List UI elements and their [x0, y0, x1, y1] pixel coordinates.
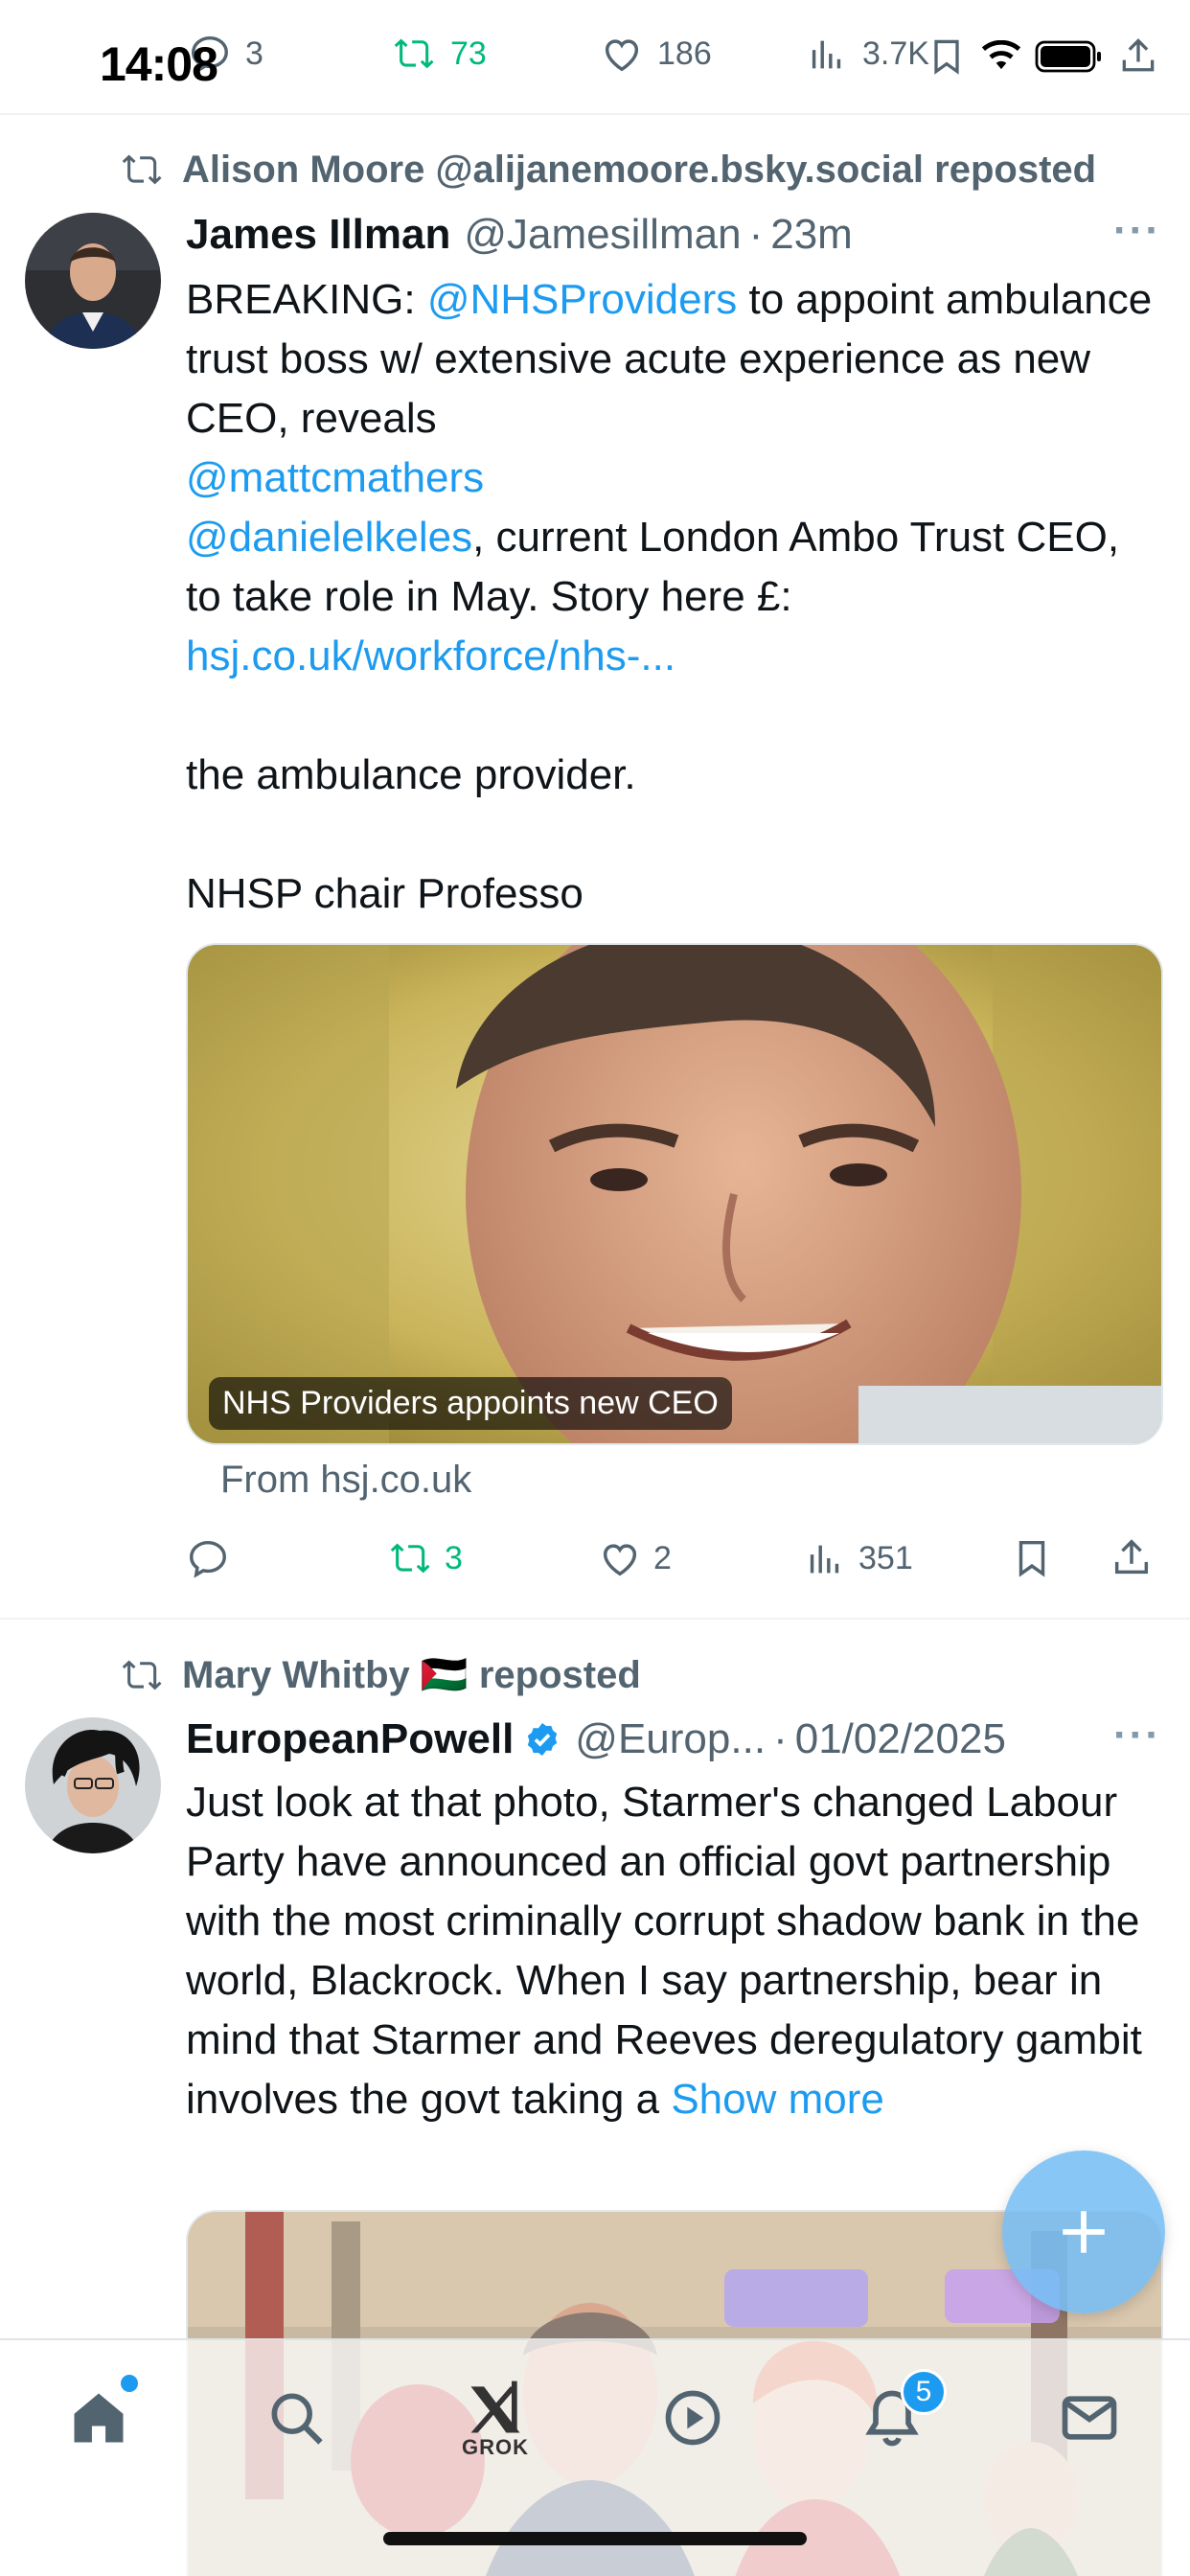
post-time[interactable]: 23m: [770, 211, 853, 259]
more-options-icon[interactable]: ···: [1113, 207, 1161, 255]
home-icon: [74, 2393, 124, 2443]
compose-post-button[interactable]: [1002, 2150, 1165, 2313]
battery-icon: [1035, 40, 1101, 73]
tab-messages[interactable]: [1046, 2375, 1133, 2461]
bookmark-icon: [1018, 1540, 1045, 1577]
notification-badge: 5: [901, 2369, 947, 2415]
prev-post-like-count: 186: [657, 34, 712, 72]
wifi-icon: [981, 40, 1021, 70]
repost-icon: [122, 1659, 162, 1690]
views-icon: [810, 1545, 839, 1574]
prev-post-reply-count: 3: [245, 34, 263, 72]
prev-post-views-count: 3.7K: [862, 34, 929, 72]
share-icon[interactable]: [1117, 34, 1159, 79]
post-time[interactable]: 01/02/2025: [795, 1715, 1006, 1763]
tab-grok[interactable]: GROK: [452, 2375, 538, 2461]
status-time: 14:08: [100, 37, 218, 91]
like-button[interactable]: 2: [598, 1530, 672, 1587]
body-para-3: NHSP chair Professo: [186, 870, 584, 917]
avatar-photo: [25, 213, 161, 349]
link-preview-card[interactable]: NHS Providers appoints new CEO: [186, 943, 1163, 1445]
post-actions: 3 2 351: [186, 1530, 1163, 1587]
more-options-icon[interactable]: ···: [1113, 1712, 1161, 1760]
avatar-photo: [25, 1717, 161, 1853]
mention-nhsproviders[interactable]: @NHSProviders: [427, 276, 737, 323]
author-name[interactable]: James Illman: [186, 211, 450, 259]
article-link[interactable]: hsj.co.uk/workforce/nhs-...: [186, 632, 675, 679]
repost-count: 3: [445, 1539, 463, 1576]
repost-icon: [394, 38, 434, 69]
reply-button[interactable]: [186, 1530, 241, 1587]
share-icon: [1114, 1539, 1149, 1575]
tab-video[interactable]: [650, 2375, 736, 2461]
post-james-illman[interactable]: Alison Moore @alijanemoore.bsky.social r…: [0, 117, 1190, 1618]
body-text: Just look at that photo, Starmer's chang…: [186, 1779, 1142, 2123]
prev-post-repost-count: 73: [450, 34, 487, 72]
heart-icon: [605, 39, 639, 72]
post-body[interactable]: BREAKING: @NHSProviders to appoint ambul…: [186, 270, 1163, 924]
views-button[interactable]: 351: [803, 1530, 913, 1587]
views-icon: [812, 40, 841, 69]
repost-button[interactable]: 3: [389, 1530, 463, 1587]
search-icon: [271, 2393, 323, 2445]
repost-attribution[interactable]: Alison Moore @alijanemoore.bsky.social r…: [121, 148, 1096, 192]
tab-notifications[interactable]: 5: [849, 2369, 947, 2461]
tab-search[interactable]: [253, 2375, 339, 2461]
post-body[interactable]: Just look at that photo, Starmer's chang…: [186, 1773, 1163, 2129]
views-count: 351: [858, 1539, 913, 1576]
grok-label: GROK: [462, 2435, 529, 2459]
heart-icon: [603, 1544, 637, 1576]
post-header: James Illman @Jamesillman · 23m: [186, 211, 853, 259]
plus-icon: [1063, 2211, 1105, 2253]
tab-home[interactable]: [56, 2375, 142, 2461]
bookmark-button[interactable]: [1010, 1530, 1065, 1587]
link-preview-caption: NHS Providers appoints new CEO: [209, 1377, 732, 1430]
bookmark-icon[interactable]: [926, 34, 968, 79]
author-handle[interactable]: @Jamesillman: [464, 211, 741, 259]
repost-attribution[interactable]: Mary Whitby 🇵🇸 reposted: [121, 1652, 641, 1697]
reply-icon: [190, 1540, 226, 1578]
link-preview-image: [188, 945, 1161, 1443]
prev-post-views-button[interactable]: 3.7K: [805, 27, 929, 80]
status-bar: 3 73 186 3.7K 14:08: [0, 0, 1190, 115]
grok-icon: [470, 2380, 520, 2433]
mention-danielelkeles[interactable]: @danielelkeles: [186, 514, 472, 561]
play-circle-icon: [665, 2390, 721, 2446]
avatar[interactable]: [25, 213, 161, 349]
home-indicator: [383, 2532, 807, 2545]
repost-attribution-text: Mary Whitby 🇵🇸 reposted: [182, 1654, 641, 1696]
repost-icon: [122, 154, 162, 185]
prev-post-repost-button[interactable]: 73: [393, 27, 487, 80]
system-status-icons: [926, 34, 1159, 79]
show-more-link[interactable]: Show more: [671, 2076, 884, 2123]
author-handle[interactable]: @Europ...: [575, 1715, 766, 1763]
body-prefix: BREAKING:: [186, 276, 427, 323]
repost-icon: [390, 1543, 430, 1574]
share-button[interactable]: [1110, 1530, 1165, 1587]
repost-attribution-text: Alison Moore @alijanemoore.bsky.social r…: [182, 148, 1097, 191]
mention-mattcmathers[interactable]: @mattcmathers: [186, 454, 484, 501]
verified-badge-icon: [528, 1723, 558, 1756]
prev-post-like-button[interactable]: 186: [600, 27, 712, 80]
mail-icon: [1062, 2396, 1117, 2440]
body-para-2: the ambulance provider.: [186, 751, 636, 798]
link-source[interactable]: From hsj.co.uk: [220, 1459, 471, 1502]
post-header: EuropeanPowell @Europ... · 01/02/2025: [186, 1715, 1006, 1763]
home-unread-dot: [121, 2375, 138, 2392]
like-count: 2: [653, 1539, 672, 1576]
author-name[interactable]: EuropeanPowell: [186, 1715, 514, 1763]
avatar[interactable]: [25, 1717, 161, 1853]
